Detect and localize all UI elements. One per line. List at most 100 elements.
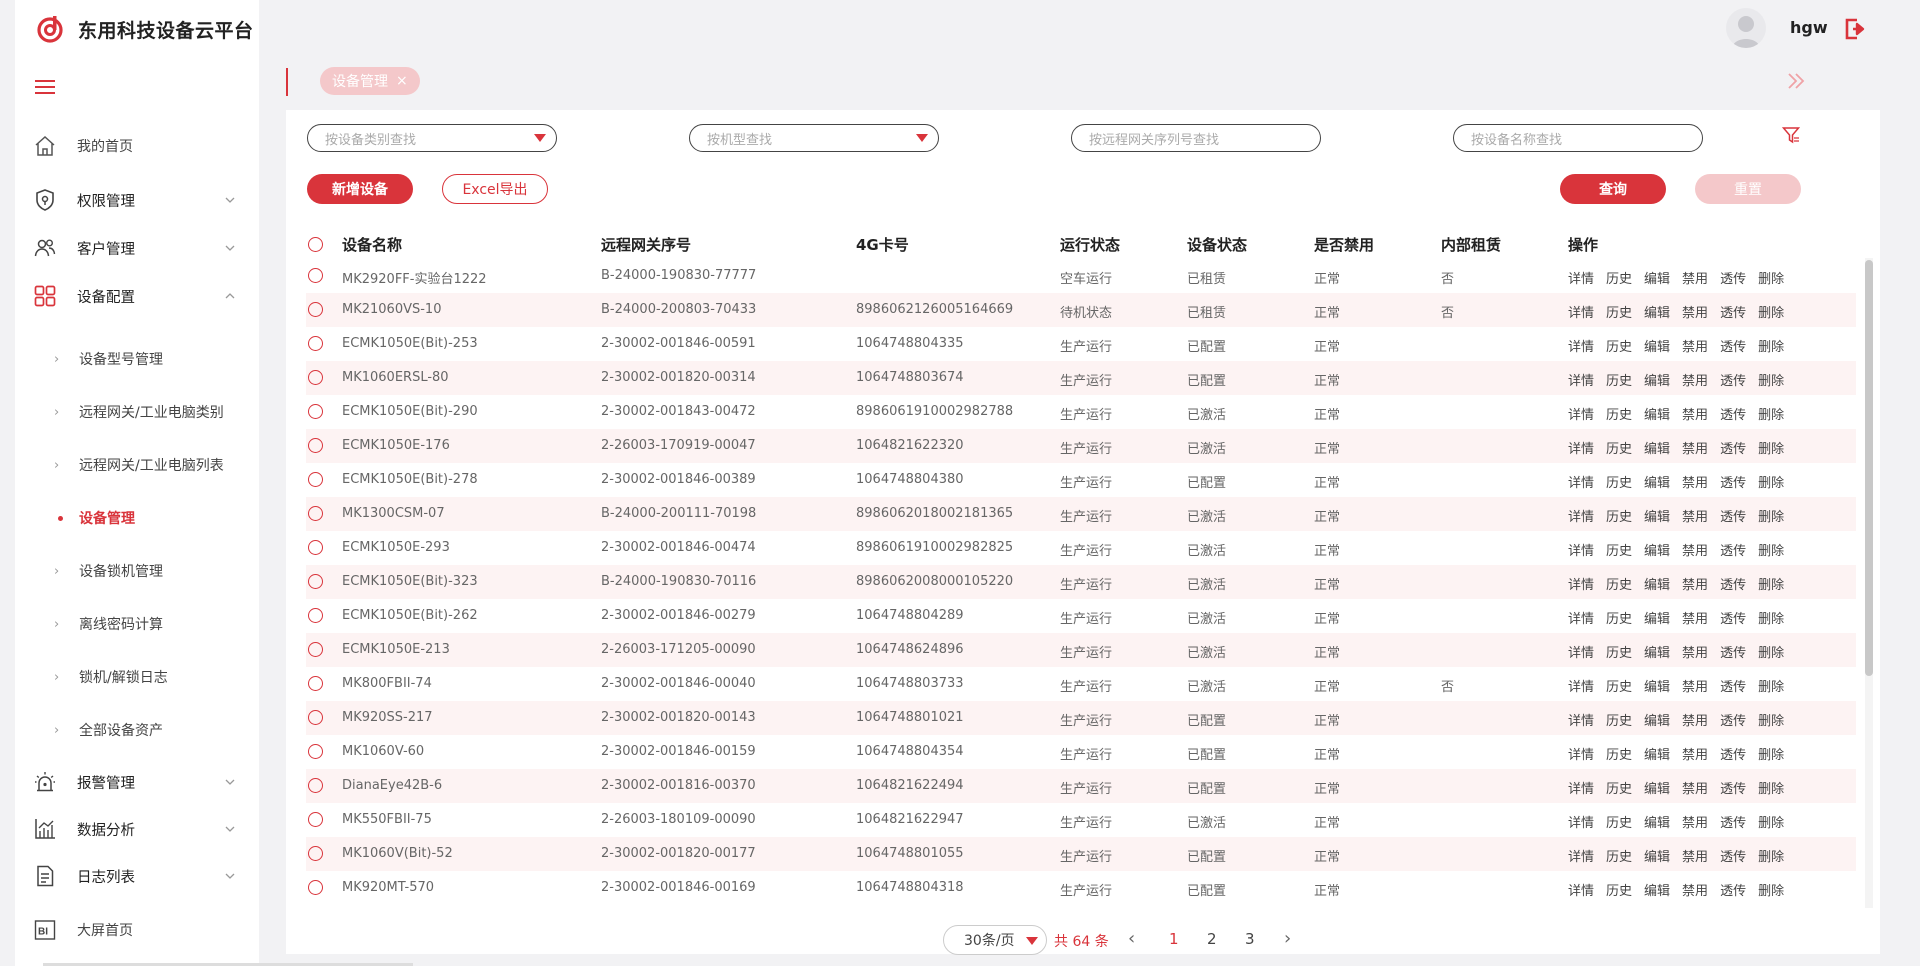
action-disable-link[interactable]: 禁用 bbox=[1682, 710, 1708, 729]
row-select-radio[interactable] bbox=[308, 268, 323, 283]
column-header[interactable]: 运行状态 bbox=[1060, 234, 1120, 255]
table-row[interactable]: ECMK1050E-293 2-30002-001846-00474 8986061… bbox=[306, 531, 1856, 565]
row-select-radio[interactable] bbox=[308, 676, 323, 691]
double-chevron-right-icon[interactable] bbox=[1786, 72, 1806, 90]
action-delete-link[interactable]: 删除 bbox=[1758, 676, 1784, 695]
table-row[interactable]: ECMK1050E(Bit)-290 2-30002-001843-00472 89… bbox=[306, 395, 1856, 429]
action-disable-link[interactable]: 禁用 bbox=[1682, 812, 1708, 831]
row-select-radio[interactable] bbox=[308, 404, 323, 419]
action-edit-link[interactable]: 编辑 bbox=[1644, 438, 1670, 457]
action-passthrough-link[interactable]: 透传 bbox=[1720, 744, 1746, 763]
row-select-radio[interactable] bbox=[308, 642, 323, 657]
action-disable-link[interactable]: 禁用 bbox=[1682, 336, 1708, 355]
action-edit-link[interactable]: 编辑 bbox=[1644, 676, 1670, 695]
action-disable-link[interactable]: 禁用 bbox=[1682, 404, 1708, 423]
action-passthrough-link[interactable]: 透传 bbox=[1720, 302, 1746, 321]
row-select-radio[interactable] bbox=[308, 846, 323, 861]
table-row[interactable]: MK1060V(Bit)-52 2-30002-001820-00177 10647… bbox=[306, 837, 1856, 871]
action-details-link[interactable]: 详情 bbox=[1568, 846, 1594, 865]
action-disable-link[interactable]: 禁用 bbox=[1682, 846, 1708, 865]
table-row[interactable]: ECMK1050E(Bit)-262 2-30002-001846-00279 10… bbox=[306, 599, 1856, 633]
column-header[interactable]: 4G卡号 bbox=[856, 234, 909, 255]
action-passthrough-link[interactable]: 透传 bbox=[1720, 608, 1746, 627]
action-delete-link[interactable]: 删除 bbox=[1758, 438, 1784, 457]
action-passthrough-link[interactable]: 透传 bbox=[1720, 506, 1746, 525]
action-delete-link[interactable]: 删除 bbox=[1758, 268, 1784, 287]
column-header[interactable]: 设备状态 bbox=[1187, 234, 1247, 255]
action-details-link[interactable]: 详情 bbox=[1568, 744, 1594, 763]
sidebar-item-permission[interactable]: 权限管理 bbox=[15, 182, 259, 218]
table-row[interactable]: ECMK1050E(Bit)-278 2-30002-001846-00389 10… bbox=[306, 463, 1856, 497]
action-delete-link[interactable]: 删除 bbox=[1758, 404, 1784, 423]
table-row[interactable]: MK21060VS-10 B-24000-200803-70433 89860621… bbox=[306, 293, 1856, 327]
action-edit-link[interactable]: 编辑 bbox=[1644, 540, 1670, 559]
row-select-radio[interactable] bbox=[308, 574, 323, 589]
action-edit-link[interactable]: 编辑 bbox=[1644, 302, 1670, 321]
action-history-link[interactable]: 历史 bbox=[1606, 846, 1632, 865]
row-select-radio[interactable] bbox=[308, 744, 323, 759]
action-disable-link[interactable]: 禁用 bbox=[1682, 744, 1708, 763]
action-passthrough-link[interactable]: 透传 bbox=[1720, 812, 1746, 831]
sidebar-subitem-all-assets[interactable]: › 全部设备资产 bbox=[15, 713, 259, 747]
app-logo[interactable]: 东用科技设备云平台 bbox=[35, 14, 254, 44]
table-row[interactable]: DianaEye42B-6 2-30002-001816-00370 1064821… bbox=[306, 769, 1856, 803]
action-details-link[interactable]: 详情 bbox=[1568, 642, 1594, 661]
table-row[interactable]: MK920SS-217 2-30002-001820-00143 106474880… bbox=[306, 701, 1856, 735]
action-delete-link[interactable]: 删除 bbox=[1758, 540, 1784, 559]
action-history-link[interactable]: 历史 bbox=[1606, 778, 1632, 797]
close-icon[interactable]: × bbox=[396, 73, 408, 89]
action-passthrough-link[interactable]: 透传 bbox=[1720, 438, 1746, 457]
action-history-link[interactable]: 历史 bbox=[1606, 812, 1632, 831]
table-row[interactable]: ECMK1050E(Bit)-323 B-24000-190830-70116 89… bbox=[306, 565, 1856, 599]
action-details-link[interactable]: 详情 bbox=[1568, 506, 1594, 525]
action-history-link[interactable]: 历史 bbox=[1606, 336, 1632, 355]
action-details-link[interactable]: 详情 bbox=[1568, 574, 1594, 593]
action-history-link[interactable]: 历史 bbox=[1606, 880, 1632, 899]
sidebar-item-big-screen[interactable]: BI 大屏首页 bbox=[15, 912, 259, 948]
action-disable-link[interactable]: 禁用 bbox=[1682, 472, 1708, 491]
table-row[interactable]: MK920MT-570 2-30002-001846-00169 106474880… bbox=[306, 871, 1856, 905]
action-disable-link[interactable]: 禁用 bbox=[1682, 574, 1708, 593]
model-select[interactable]: 按机型查找 bbox=[689, 124, 939, 152]
action-details-link[interactable]: 详情 bbox=[1568, 472, 1594, 491]
action-edit-link[interactable]: 编辑 bbox=[1644, 404, 1670, 423]
device-name-input[interactable]: 按设备名称查找 bbox=[1453, 124, 1703, 152]
action-passthrough-link[interactable]: 透传 bbox=[1720, 676, 1746, 695]
action-details-link[interactable]: 详情 bbox=[1568, 302, 1594, 321]
table-row[interactable]: MK2920FF-实验台1222 B-24000-190830-77777 空车运行… bbox=[306, 259, 1856, 293]
select-all-radio[interactable] bbox=[308, 237, 323, 252]
username[interactable]: hgw bbox=[1790, 18, 1828, 37]
action-details-link[interactable]: 详情 bbox=[1568, 676, 1594, 695]
action-delete-link[interactable]: 删除 bbox=[1758, 574, 1784, 593]
action-disable-link[interactable]: 禁用 bbox=[1682, 438, 1708, 457]
row-select-radio[interactable] bbox=[308, 438, 323, 453]
table-row[interactable]: MK1300CSM-07 B-24000-200111-70198 89860620… bbox=[306, 497, 1856, 531]
row-select-radio[interactable] bbox=[308, 506, 323, 521]
row-select-radio[interactable] bbox=[308, 608, 323, 623]
action-edit-link[interactable]: 编辑 bbox=[1644, 574, 1670, 593]
filter-icon[interactable] bbox=[1782, 126, 1800, 144]
action-history-link[interactable]: 历史 bbox=[1606, 302, 1632, 321]
sidebar-subitem-gateway-category[interactable]: › 远程网关/工业电脑类别 bbox=[15, 395, 259, 429]
action-history-link[interactable]: 历史 bbox=[1606, 268, 1632, 287]
action-details-link[interactable]: 详情 bbox=[1568, 336, 1594, 355]
device-category-select[interactable]: 按设备类别查找 bbox=[307, 124, 557, 152]
action-history-link[interactable]: 历史 bbox=[1606, 744, 1632, 763]
table-row[interactable]: MK1060V-60 2-30002-001846-00159 1064748804… bbox=[306, 735, 1856, 769]
row-select-radio[interactable] bbox=[308, 370, 323, 385]
action-disable-link[interactable]: 禁用 bbox=[1682, 540, 1708, 559]
reset-button[interactable]: 重置 bbox=[1695, 174, 1801, 204]
sidebar-subitem-offline-password[interactable]: › 离线密码计算 bbox=[15, 607, 259, 641]
action-edit-link[interactable]: 编辑 bbox=[1644, 608, 1670, 627]
action-details-link[interactable]: 详情 bbox=[1568, 608, 1594, 627]
table-row[interactable]: MK800FBII-74 2-30002-001846-00040 10647488… bbox=[306, 667, 1856, 701]
avatar[interactable] bbox=[1726, 8, 1766, 48]
row-select-radio[interactable] bbox=[308, 302, 323, 317]
action-delete-link[interactable]: 删除 bbox=[1758, 812, 1784, 831]
action-disable-link[interactable]: 禁用 bbox=[1682, 302, 1708, 321]
table-row[interactable]: MK1060ERSL-80 2-30002-001820-00314 1064748… bbox=[306, 361, 1856, 395]
action-edit-link[interactable]: 编辑 bbox=[1644, 880, 1670, 899]
action-delete-link[interactable]: 删除 bbox=[1758, 710, 1784, 729]
action-disable-link[interactable]: 禁用 bbox=[1682, 268, 1708, 287]
action-details-link[interactable]: 详情 bbox=[1568, 370, 1594, 389]
